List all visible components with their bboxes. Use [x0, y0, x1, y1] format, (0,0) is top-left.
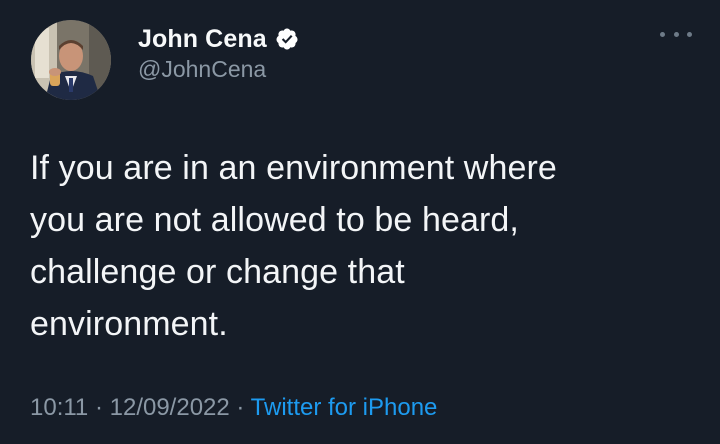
tweet-date[interactable]: 12/09/2022: [110, 394, 230, 421]
more-options-icon[interactable]: [660, 24, 692, 44]
tweet-card: John Cena @JohnCena If you are in an env…: [0, 0, 720, 444]
tweet-time[interactable]: 10:11: [30, 394, 88, 421]
tweet-source-link[interactable]: Twitter for iPhone: [251, 394, 438, 421]
tweet-metadata: 10:11 · 12/09/2022 · Twitter for iPhone: [30, 394, 437, 422]
verified-badge-icon: [275, 27, 299, 51]
more-dot: [673, 31, 679, 37]
avatar[interactable]: [31, 20, 111, 100]
more-dot: [687, 31, 692, 37]
meta-separator: ·: [94, 394, 110, 421]
tweet-text-line: If you are in an environment where: [30, 149, 557, 187]
avatar-image: [31, 20, 111, 100]
tweet-text: If you are in an environment where you a…: [30, 142, 670, 350]
author-display-name[interactable]: John Cena: [138, 25, 267, 54]
author-name-row: John Cena: [138, 22, 299, 56]
tweet-text-line: environment.: [30, 305, 228, 343]
tweet-text-line: challenge or change that: [30, 253, 405, 291]
tweet-text-line: you are not allowed to be heard,: [30, 201, 519, 239]
author-handle[interactable]: @JohnCena: [138, 56, 266, 83]
more-dot: [660, 31, 665, 37]
meta-separator: ·: [236, 394, 251, 421]
